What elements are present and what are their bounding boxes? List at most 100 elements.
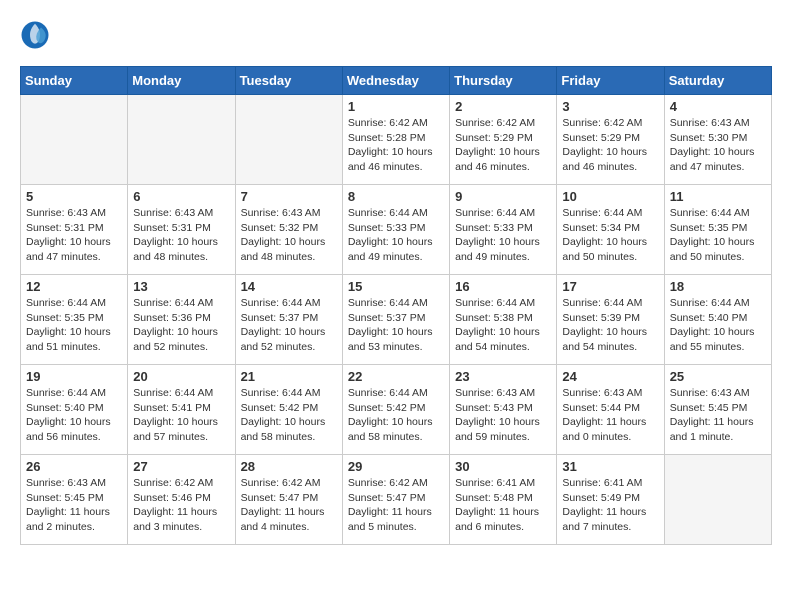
sunrise: Sunrise: 6:42 AM bbox=[455, 117, 535, 129]
calendar-cell: 3 Sunrise: 6:42 AM Sunset: 5:29 PM Dayli… bbox=[557, 95, 664, 185]
logo-icon bbox=[20, 20, 50, 50]
sunset: Sunset: 5:30 PM bbox=[670, 132, 748, 144]
sunset: Sunset: 5:33 PM bbox=[455, 222, 533, 234]
sunrise: Sunrise: 6:41 AM bbox=[562, 477, 642, 489]
sunset: Sunset: 5:42 PM bbox=[241, 402, 319, 414]
daylight: Daylight: 10 hours and 52 minutes. bbox=[241, 326, 326, 353]
sunrise: Sunrise: 6:44 AM bbox=[133, 297, 213, 309]
sunrise: Sunrise: 6:44 AM bbox=[241, 387, 321, 399]
calendar-cell: 14 Sunrise: 6:44 AM Sunset: 5:37 PM Dayl… bbox=[235, 275, 342, 365]
sunset: Sunset: 5:29 PM bbox=[455, 132, 533, 144]
sunrise: Sunrise: 6:44 AM bbox=[455, 207, 535, 219]
daylight: Daylight: 10 hours and 59 minutes. bbox=[455, 416, 540, 443]
calendar-cell: 1 Sunrise: 6:42 AM Sunset: 5:28 PM Dayli… bbox=[342, 95, 449, 185]
day-info: Sunrise: 6:42 AM Sunset: 5:29 PM Dayligh… bbox=[455, 116, 551, 175]
calendar-cell: 21 Sunrise: 6:44 AM Sunset: 5:42 PM Dayl… bbox=[235, 365, 342, 455]
page-header bbox=[20, 20, 772, 50]
day-info: Sunrise: 6:44 AM Sunset: 5:42 PM Dayligh… bbox=[241, 386, 337, 445]
daylight: Daylight: 10 hours and 56 minutes. bbox=[26, 416, 111, 443]
sunset: Sunset: 5:39 PM bbox=[562, 312, 640, 324]
day-info: Sunrise: 6:44 AM Sunset: 5:37 PM Dayligh… bbox=[241, 296, 337, 355]
sunrise: Sunrise: 6:43 AM bbox=[455, 387, 535, 399]
sunset: Sunset: 5:31 PM bbox=[26, 222, 104, 234]
calendar-cell bbox=[128, 95, 235, 185]
day-number: 4 bbox=[670, 99, 766, 114]
day-info: Sunrise: 6:44 AM Sunset: 5:42 PM Dayligh… bbox=[348, 386, 444, 445]
day-info: Sunrise: 6:43 AM Sunset: 5:31 PM Dayligh… bbox=[133, 206, 229, 265]
col-header-saturday: Saturday bbox=[664, 67, 771, 95]
sunset: Sunset: 5:28 PM bbox=[348, 132, 426, 144]
day-info: Sunrise: 6:41 AM Sunset: 5:48 PM Dayligh… bbox=[455, 476, 551, 535]
sunset: Sunset: 5:33 PM bbox=[348, 222, 426, 234]
daylight: Daylight: 10 hours and 46 minutes. bbox=[348, 146, 433, 173]
sunset: Sunset: 5:36 PM bbox=[133, 312, 211, 324]
sunset: Sunset: 5:45 PM bbox=[26, 492, 104, 504]
day-number: 5 bbox=[26, 189, 122, 204]
daylight: Daylight: 11 hours and 7 minutes. bbox=[562, 506, 646, 533]
sunset: Sunset: 5:42 PM bbox=[348, 402, 426, 414]
day-number: 28 bbox=[241, 459, 337, 474]
daylight: Daylight: 11 hours and 6 minutes. bbox=[455, 506, 539, 533]
sunset: Sunset: 5:35 PM bbox=[670, 222, 748, 234]
day-number: 1 bbox=[348, 99, 444, 114]
day-number: 8 bbox=[348, 189, 444, 204]
day-number: 20 bbox=[133, 369, 229, 384]
calendar-cell: 25 Sunrise: 6:43 AM Sunset: 5:45 PM Dayl… bbox=[664, 365, 771, 455]
day-number: 25 bbox=[670, 369, 766, 384]
calendar-cell: 4 Sunrise: 6:43 AM Sunset: 5:30 PM Dayli… bbox=[664, 95, 771, 185]
sunrise: Sunrise: 6:43 AM bbox=[562, 387, 642, 399]
calendar-cell: 6 Sunrise: 6:43 AM Sunset: 5:31 PM Dayli… bbox=[128, 185, 235, 275]
day-number: 9 bbox=[455, 189, 551, 204]
calendar-cell: 2 Sunrise: 6:42 AM Sunset: 5:29 PM Dayli… bbox=[450, 95, 557, 185]
calendar-cell: 16 Sunrise: 6:44 AM Sunset: 5:38 PM Dayl… bbox=[450, 275, 557, 365]
sunrise: Sunrise: 6:44 AM bbox=[241, 297, 321, 309]
header-row: SundayMondayTuesdayWednesdayThursdayFrid… bbox=[21, 67, 772, 95]
day-number: 6 bbox=[133, 189, 229, 204]
day-info: Sunrise: 6:43 AM Sunset: 5:45 PM Dayligh… bbox=[670, 386, 766, 445]
calendar-cell: 15 Sunrise: 6:44 AM Sunset: 5:37 PM Dayl… bbox=[342, 275, 449, 365]
daylight: Daylight: 10 hours and 46 minutes. bbox=[455, 146, 540, 173]
sunset: Sunset: 5:45 PM bbox=[670, 402, 748, 414]
calendar-cell: 26 Sunrise: 6:43 AM Sunset: 5:45 PM Dayl… bbox=[21, 455, 128, 545]
day-info: Sunrise: 6:44 AM Sunset: 5:35 PM Dayligh… bbox=[670, 206, 766, 265]
sunrise: Sunrise: 6:44 AM bbox=[562, 207, 642, 219]
sunset: Sunset: 5:49 PM bbox=[562, 492, 640, 504]
sunrise: Sunrise: 6:42 AM bbox=[348, 117, 428, 129]
day-number: 11 bbox=[670, 189, 766, 204]
col-header-tuesday: Tuesday bbox=[235, 67, 342, 95]
day-number: 13 bbox=[133, 279, 229, 294]
col-header-sunday: Sunday bbox=[21, 67, 128, 95]
day-number: 17 bbox=[562, 279, 658, 294]
day-info: Sunrise: 6:44 AM Sunset: 5:34 PM Dayligh… bbox=[562, 206, 658, 265]
week-row-2: 5 Sunrise: 6:43 AM Sunset: 5:31 PM Dayli… bbox=[21, 185, 772, 275]
sunset: Sunset: 5:31 PM bbox=[133, 222, 211, 234]
calendar-cell bbox=[235, 95, 342, 185]
calendar-cell: 13 Sunrise: 6:44 AM Sunset: 5:36 PM Dayl… bbox=[128, 275, 235, 365]
daylight: Daylight: 11 hours and 5 minutes. bbox=[348, 506, 432, 533]
calendar-cell: 28 Sunrise: 6:42 AM Sunset: 5:47 PM Dayl… bbox=[235, 455, 342, 545]
day-info: Sunrise: 6:42 AM Sunset: 5:46 PM Dayligh… bbox=[133, 476, 229, 535]
sunset: Sunset: 5:37 PM bbox=[241, 312, 319, 324]
calendar-cell bbox=[21, 95, 128, 185]
day-info: Sunrise: 6:41 AM Sunset: 5:49 PM Dayligh… bbox=[562, 476, 658, 535]
day-number: 18 bbox=[670, 279, 766, 294]
day-info: Sunrise: 6:44 AM Sunset: 5:39 PM Dayligh… bbox=[562, 296, 658, 355]
sunrise: Sunrise: 6:44 AM bbox=[133, 387, 213, 399]
day-number: 16 bbox=[455, 279, 551, 294]
sunset: Sunset: 5:47 PM bbox=[348, 492, 426, 504]
daylight: Daylight: 11 hours and 1 minute. bbox=[670, 416, 754, 443]
day-info: Sunrise: 6:44 AM Sunset: 5:33 PM Dayligh… bbox=[348, 206, 444, 265]
daylight: Daylight: 10 hours and 52 minutes. bbox=[133, 326, 218, 353]
daylight: Daylight: 10 hours and 48 minutes. bbox=[133, 236, 218, 263]
sunset: Sunset: 5:35 PM bbox=[26, 312, 104, 324]
calendar-cell: 22 Sunrise: 6:44 AM Sunset: 5:42 PM Dayl… bbox=[342, 365, 449, 455]
daylight: Daylight: 11 hours and 2 minutes. bbox=[26, 506, 110, 533]
sunrise: Sunrise: 6:44 AM bbox=[562, 297, 642, 309]
sunrise: Sunrise: 6:44 AM bbox=[670, 207, 750, 219]
week-row-5: 26 Sunrise: 6:43 AM Sunset: 5:45 PM Dayl… bbox=[21, 455, 772, 545]
daylight: Daylight: 10 hours and 58 minutes. bbox=[241, 416, 326, 443]
day-info: Sunrise: 6:43 AM Sunset: 5:44 PM Dayligh… bbox=[562, 386, 658, 445]
calendar-cell: 10 Sunrise: 6:44 AM Sunset: 5:34 PM Dayl… bbox=[557, 185, 664, 275]
sunrise: Sunrise: 6:43 AM bbox=[241, 207, 321, 219]
sunset: Sunset: 5:40 PM bbox=[26, 402, 104, 414]
